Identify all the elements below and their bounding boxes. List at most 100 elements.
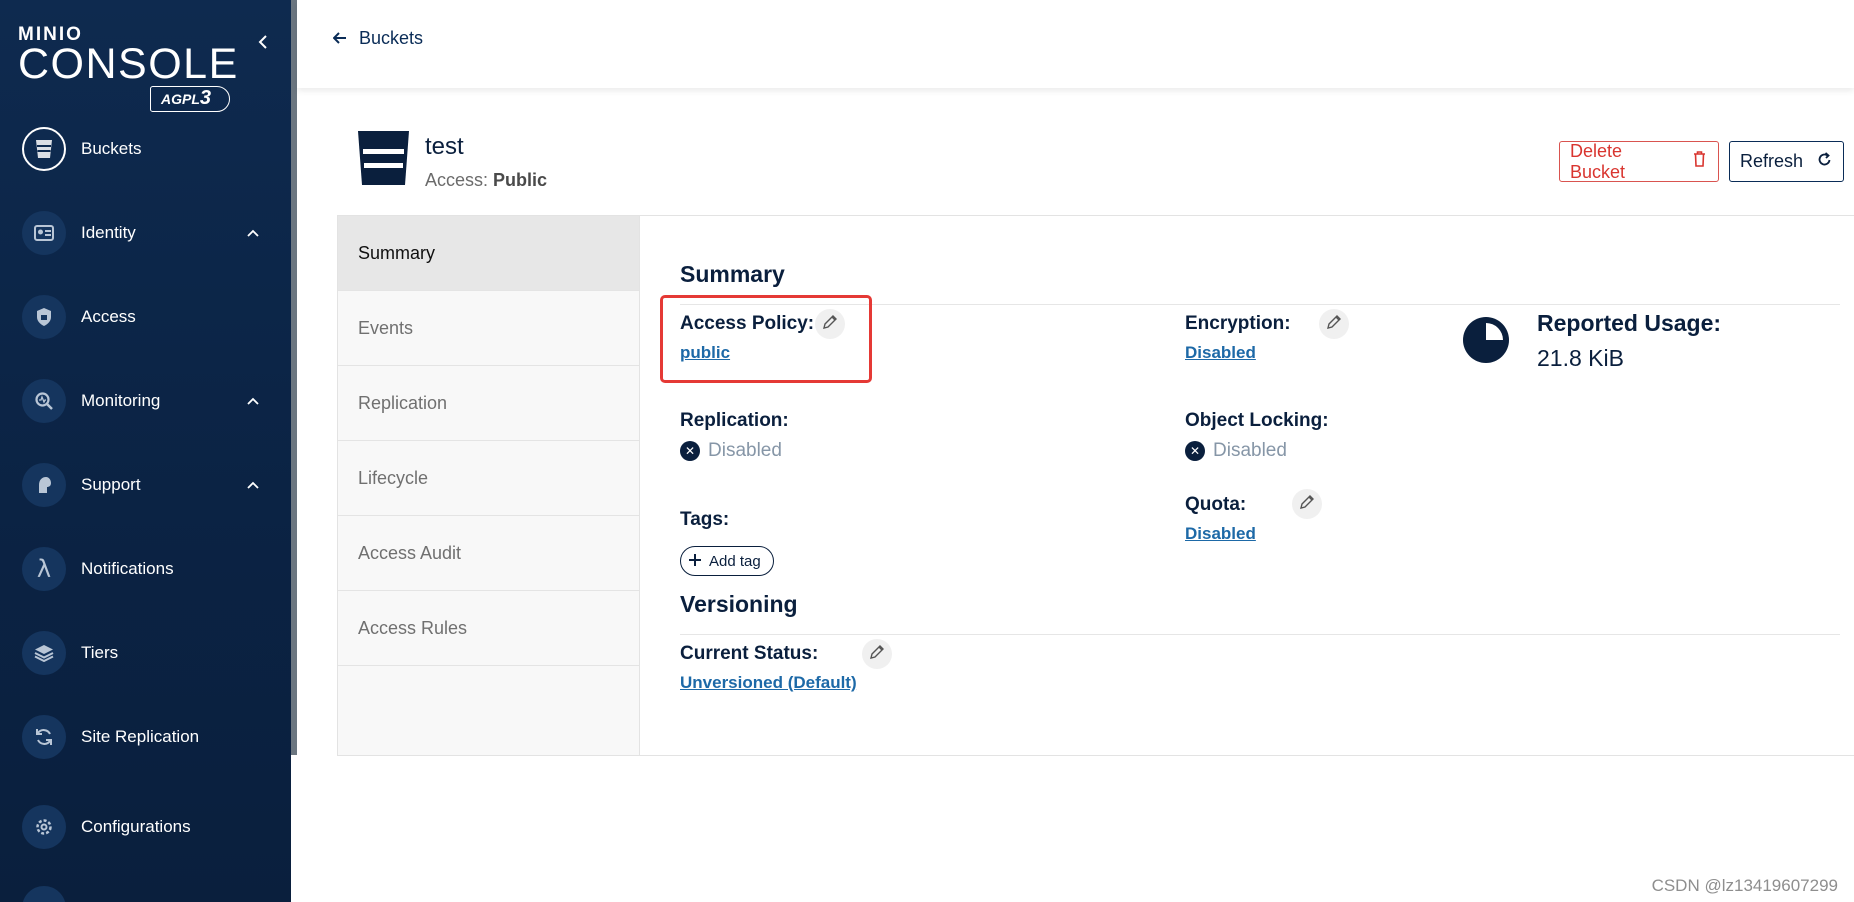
sidebar-item-label: Notifications <box>81 559 174 578</box>
x-circle-icon: ✕ <box>1185 441 1205 461</box>
back-to-buckets-link[interactable]: Buckets <box>332 28 424 49</box>
delete-bucket-label: Delete Bucket <box>1570 140 1626 182</box>
edit-access-policy-button[interactable] <box>815 309 845 339</box>
tab-label: Access Rules <box>358 617 468 638</box>
bucket-icon <box>357 130 410 186</box>
sidebar-item-label: Site Replication <box>81 727 200 746</box>
tags-label: Tags: <box>680 509 730 530</box>
bucket-access-value: Public <box>493 170 548 190</box>
object-locking-status: ✕ Disabled <box>1185 440 1287 462</box>
sidebar-item-tiers[interactable]: Tiers <box>0 625 291 681</box>
access-policy-label: Access Policy: <box>680 313 815 334</box>
monitor-icon <box>22 379 66 423</box>
layers-icon <box>22 631 66 675</box>
chevron-up-icon <box>243 226 263 240</box>
pencil-icon <box>1299 494 1315 515</box>
tab-label: Summary <box>358 242 436 263</box>
trash-icon <box>1693 151 1706 172</box>
bucket-tabs: Summary Events Replication Lifecycle Acc… <box>338 216 640 755</box>
object-locking-value: Disabled <box>1213 440 1287 461</box>
partial-icon <box>22 886 66 902</box>
delete-bucket-button[interactable]: Delete Bucket <box>1559 141 1719 182</box>
sidebar-item-label: Buckets <box>81 139 142 158</box>
sidebar-item-label: Identity <box>81 223 136 242</box>
sidebar-item-monitoring[interactable]: Monitoring <box>0 373 291 429</box>
sidebar-scrollbar[interactable] <box>291 0 297 755</box>
watermark: CSDN @lz13419607299 <box>1651 876 1838 895</box>
sidebar-item-label: Monitoring <box>81 391 161 410</box>
highlight-box <box>660 295 872 383</box>
sidebar-item-label: Configurations <box>81 817 191 836</box>
support-icon <box>22 463 66 507</box>
pencil-icon <box>869 644 885 665</box>
quota-value-link[interactable]: Disabled <box>1185 524 1256 544</box>
id-card-icon <box>22 211 66 255</box>
bucket-details-panel: Summary Events Replication Lifecycle Acc… <box>337 215 1854 756</box>
versioning-title: Versioning <box>680 591 798 617</box>
chevron-up-icon <box>243 478 263 492</box>
edit-encryption-button[interactable] <box>1319 309 1349 339</box>
sidebar-item-buckets[interactable]: Buckets <box>0 121 291 177</box>
replication-value: Disabled <box>708 440 782 461</box>
arrow-left-icon <box>332 28 347 49</box>
logo-line2: CONSOLE <box>18 40 239 88</box>
tab-access-audit[interactable]: Access Audit <box>338 516 639 591</box>
chevron-left-icon[interactable] <box>254 30 272 56</box>
lock-icon <box>22 295 66 339</box>
edit-quota-button[interactable] <box>1292 489 1322 519</box>
bucket-access-prefix: Access: <box>425 170 489 190</box>
reported-usage-label: Reported Usage: <box>1537 310 1722 336</box>
encryption-value-link[interactable]: Disabled <box>1185 343 1256 363</box>
pencil-icon <box>822 314 838 335</box>
summary-title: Summary <box>680 261 785 287</box>
sidebar-item-label: Access <box>81 307 136 326</box>
tab-access-rules[interactable]: Access Rules <box>338 591 639 666</box>
tab-summary[interactable]: Summary <box>338 216 639 291</box>
replication-status: ✕ Disabled <box>680 440 782 462</box>
lambda-icon: λ <box>22 547 66 591</box>
sidebar-item-configurations[interactable]: Configurations <box>0 799 291 855</box>
sidebar-item-identity[interactable]: Identity <box>0 205 291 261</box>
tab-replication[interactable]: Replication <box>338 366 639 441</box>
sidebar-item-label: Support <box>81 475 141 494</box>
tab-lifecycle[interactable]: Lifecycle <box>338 441 639 516</box>
add-tag-label: Add tag <box>709 552 761 570</box>
edit-versioning-button[interactable] <box>862 639 892 669</box>
plus-icon <box>689 553 701 570</box>
encryption-label: Encryption: <box>1185 313 1291 334</box>
versioning-divider <box>680 634 1840 635</box>
tab-events[interactable]: Events <box>338 291 639 366</box>
chevron-up-icon <box>243 394 263 408</box>
minio-console-logo[interactable]: MINIO CONSOLE AGPL3 <box>18 24 239 114</box>
tab-label: Access Audit <box>358 542 462 563</box>
access-policy-value-link[interactable]: public <box>680 343 730 363</box>
sidebar-item-support[interactable]: Support <box>0 457 291 513</box>
agpl-badge: AGPL3 <box>150 86 230 112</box>
sidebar-item-notifications[interactable]: λ Notifications <box>0 541 291 597</box>
refresh-icon <box>1817 151 1832 172</box>
gear-icon <box>22 805 66 849</box>
tab-label: Lifecycle <box>358 467 429 488</box>
usage-pie-icon <box>1462 316 1510 364</box>
reported-usage-value: 21.8 KiB <box>1537 345 1624 371</box>
sync-icon <box>22 715 66 759</box>
refresh-label: Refresh <box>1740 151 1804 171</box>
sidebar-item-access[interactable]: Access <box>0 289 291 345</box>
tab-label: Replication <box>358 392 448 413</box>
current-status-label: Current Status: <box>680 643 819 664</box>
back-link-label: Buckets <box>359 28 424 48</box>
sidebar-item-partial[interactable] <box>0 880 291 902</box>
replication-label: Replication: <box>680 410 789 431</box>
summary-content: Summary Access Policy: public Encryption… <box>660 216 1854 755</box>
top-bar: Buckets <box>297 0 1854 88</box>
bucket-icon <box>22 127 66 171</box>
sidebar-item-site-replication[interactable]: Site Replication <box>0 709 291 765</box>
tab-label: Events <box>358 317 414 338</box>
quota-label: Quota: <box>1185 494 1247 515</box>
refresh-button[interactable]: Refresh <box>1729 141 1844 182</box>
add-tag-button[interactable]: Add tag <box>680 546 774 576</box>
versioning-status-link[interactable]: Unversioned (Default) <box>680 673 857 693</box>
pencil-icon <box>1326 314 1342 335</box>
bucket-name: test <box>425 133 464 160</box>
object-locking-label: Object Locking: <box>1185 410 1329 431</box>
